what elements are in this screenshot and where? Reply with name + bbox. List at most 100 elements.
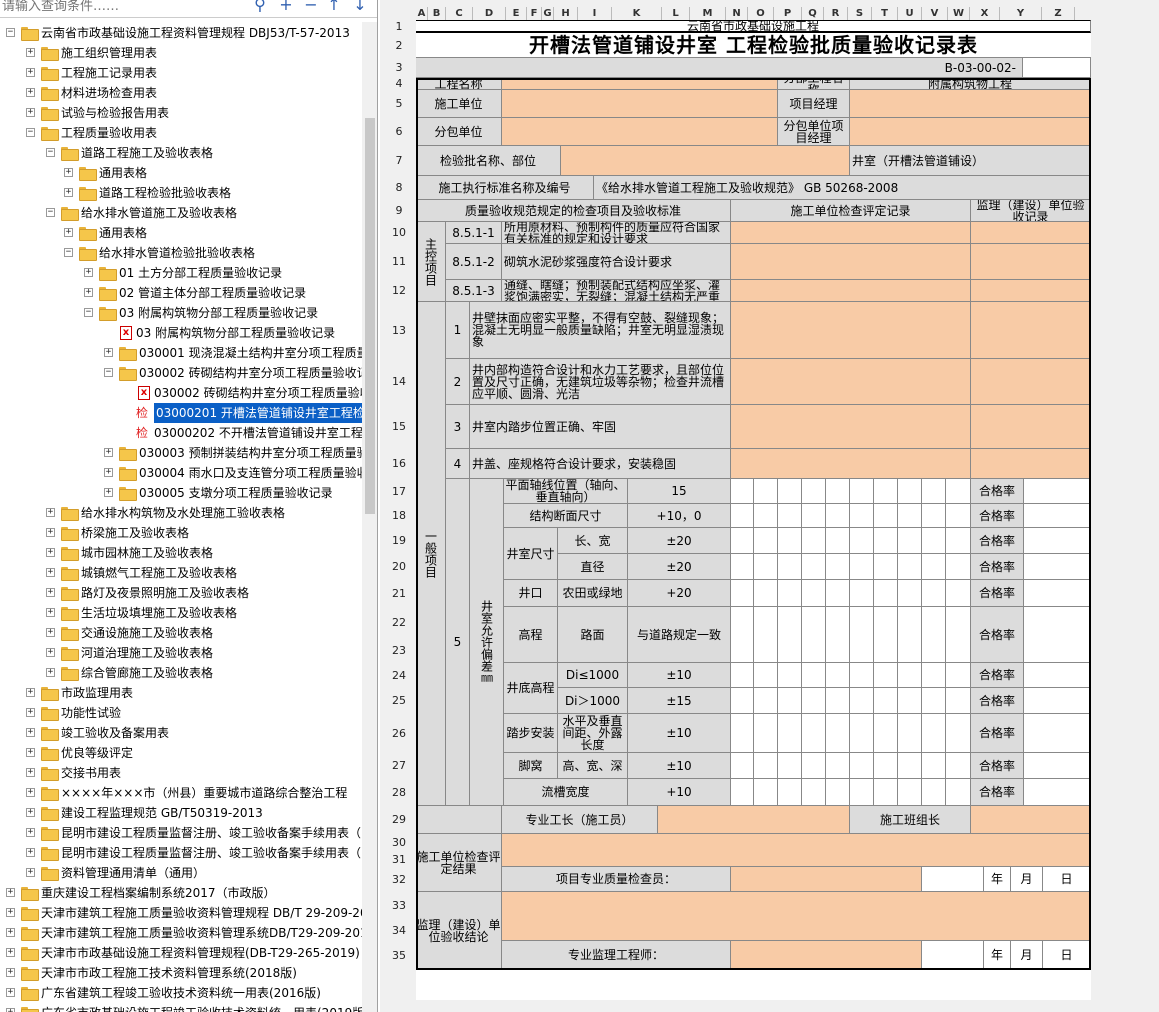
row-header[interactable]: 2 [383, 40, 415, 51]
tree-item[interactable]: +030001 现浇混凝土结构井室分项工程质量 [0, 343, 364, 363]
tree-item[interactable]: + 功能性试验 [0, 703, 362, 723]
measurement-cell[interactable] [826, 663, 850, 688]
measurement-cell[interactable] [802, 528, 826, 554]
pass-rate-value[interactable] [1024, 479, 1091, 504]
expand-icon[interactable]: + [46, 588, 55, 597]
row-header[interactable]: 22 [383, 617, 415, 628]
measurement-cell[interactable] [850, 714, 874, 753]
measurement-cell[interactable] [850, 479, 874, 504]
tree-item[interactable]: + 通用表格 [0, 163, 362, 183]
pass-rate-value[interactable] [1024, 504, 1091, 528]
measurement-cell[interactable] [754, 688, 778, 714]
collapse-icon[interactable]: − [64, 248, 73, 257]
tree-item[interactable]: + 城镇燃气工程施工及验收表格 [0, 563, 362, 583]
measurement-cell[interactable] [922, 607, 946, 663]
expand-icon[interactable]: + [64, 168, 73, 177]
supervision-check-field[interactable] [971, 302, 1091, 359]
expand-icon[interactable]: + [46, 628, 55, 637]
measurement-cell[interactable] [778, 779, 802, 806]
measurement-cell[interactable] [874, 663, 898, 688]
tree-item[interactable]: + 交接书用表 [0, 763, 362, 783]
expand-icon[interactable]: + [46, 668, 55, 677]
tree-item[interactable]: 检 03000202 不开槽法管道铺设井室工程检 [0, 423, 364, 443]
measurement-cell[interactable] [731, 607, 754, 663]
row-header[interactable]: 26 [383, 728, 415, 739]
add-icon[interactable]: + [276, 0, 296, 15]
tree-item[interactable]: + 路灯及夜景照明施工及验收表格 [0, 583, 362, 603]
measurement-cell[interactable] [946, 688, 971, 714]
measurement-cell[interactable] [898, 779, 922, 806]
expand-icon[interactable]: + [104, 448, 113, 457]
column-header[interactable]: H [554, 7, 578, 20]
measurement-cell[interactable] [898, 554, 922, 580]
tree-item[interactable]: + ××××年×××市（州县）重要城市道路综合整治工程 [0, 783, 362, 803]
expand-icon[interactable]: + [6, 888, 15, 897]
measurement-cell[interactable] [731, 663, 754, 688]
measurement-cell[interactable] [826, 554, 850, 580]
measurement-cell[interactable] [826, 580, 850, 607]
project-name-field[interactable] [502, 78, 778, 90]
measurement-cell[interactable] [778, 554, 802, 580]
column-header[interactable]: X [970, 7, 1000, 20]
row-header[interactable]: 27 [383, 760, 415, 771]
team-leader-field[interactable] [971, 806, 1091, 834]
expand-icon[interactable]: + [26, 108, 35, 117]
tree-item[interactable]: +030004 雨水口及支连管分项工程质量验收 [0, 463, 364, 483]
row-header[interactable]: 11 [383, 256, 415, 267]
measurement-cell[interactable] [946, 607, 971, 663]
measurement-cell[interactable] [754, 580, 778, 607]
measurement-cell[interactable] [802, 504, 826, 528]
measurement-cell[interactable] [754, 663, 778, 688]
tree-item[interactable]: + 优良等级评定 [0, 743, 362, 763]
tree-item[interactable]: − 030002 砖砌结构井室分项工程质量验收记 [0, 363, 364, 383]
construction-check-field[interactable] [731, 359, 971, 405]
collapse-icon[interactable]: − [6, 28, 15, 37]
tree-item[interactable]: + 天津市建筑工程施工质量验收资料管理规程 DB/T 29-209-20 [0, 903, 364, 923]
tree-item[interactable]: − 03 附属构筑物分部工程质量验收记录 [0, 303, 362, 323]
column-header[interactable]: S [848, 7, 872, 20]
tree-item[interactable]: + 城市园林施工及验收表格 [0, 543, 362, 563]
expand-icon[interactable]: + [6, 988, 15, 997]
measurement-cell[interactable] [850, 504, 874, 528]
tree-item[interactable]: + 广东省建筑工程竣工验收技术资料统一用表(2016版) [0, 983, 362, 1003]
inspector-field[interactable] [731, 867, 922, 892]
column-header[interactable]: E [506, 7, 527, 20]
expand-icon[interactable]: + [26, 848, 35, 857]
row-header[interactable]: 17 [383, 486, 415, 497]
measurement-cell[interactable] [826, 714, 850, 753]
collapse-icon[interactable]: − [46, 208, 55, 217]
measurement-cell[interactable] [826, 504, 850, 528]
measurement-cell[interactable] [826, 779, 850, 806]
tree-item[interactable]: + 昆明市建设工程质量监督注册、竣工验收备案手续用表（ [0, 843, 362, 863]
row-header[interactable]: 18 [383, 510, 415, 521]
measurement-cell[interactable] [946, 714, 971, 753]
measurement-cell[interactable] [874, 580, 898, 607]
pass-rate-value[interactable] [1024, 580, 1091, 607]
measurement-cell[interactable] [874, 688, 898, 714]
measurement-cell[interactable] [874, 714, 898, 753]
supervision-check-field[interactable] [971, 405, 1091, 449]
subcontract-unit-field[interactable] [502, 118, 778, 146]
supervision-check-field[interactable] [971, 359, 1091, 405]
measurement-cell[interactable] [754, 753, 778, 779]
tree-item[interactable]: + 昆明市建设工程质量监督注册、竣工验收备案手续用表（ [0, 823, 362, 843]
measurement-cell[interactable] [850, 607, 874, 663]
measurement-cell[interactable] [778, 688, 802, 714]
column-header[interactable]: D [473, 7, 506, 20]
row-header[interactable]: 34 [383, 925, 415, 936]
measurement-cell[interactable] [874, 607, 898, 663]
row-header[interactable]: 14 [383, 376, 415, 387]
foreman-field[interactable] [658, 806, 850, 834]
column-header[interactable]: U [898, 7, 922, 20]
measurement-cell[interactable] [731, 528, 754, 554]
measurement-cell[interactable] [850, 528, 874, 554]
expand-icon[interactable]: + [46, 548, 55, 557]
tree-scroll-thumb[interactable] [365, 118, 375, 514]
expand-icon[interactable]: + [26, 868, 35, 877]
tree-item[interactable]: + 市政监理用表 [0, 683, 362, 703]
column-header[interactable]: N [726, 7, 748, 20]
collapse-icon[interactable]: − [84, 308, 93, 317]
column-header[interactable]: R [824, 7, 848, 20]
tree-item[interactable]: + 竣工验收及备案用表 [0, 723, 362, 743]
measurement-cell[interactable] [922, 663, 946, 688]
